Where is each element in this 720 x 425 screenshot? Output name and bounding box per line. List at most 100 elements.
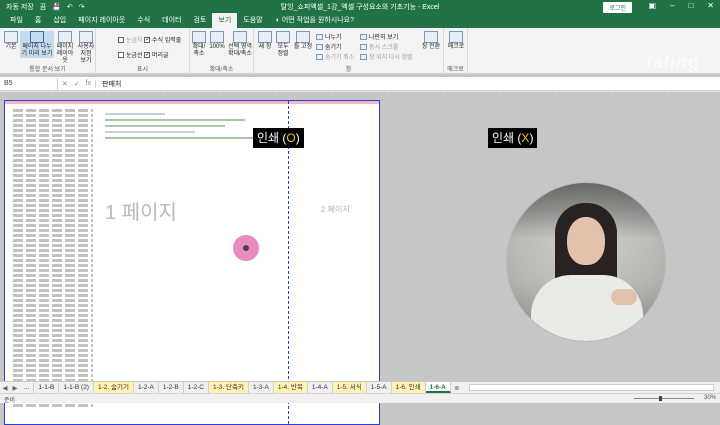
- tab-review[interactable]: 검토: [187, 13, 212, 28]
- sheet-tab[interactable]: 1-3-A: [249, 382, 274, 393]
- sheet-tab[interactable]: 1-3. 단축키: [209, 382, 249, 393]
- reset-window-position-icon: [360, 53, 367, 60]
- switch-windows-button[interactable]: 창 전환: [420, 31, 442, 51]
- tab-help[interactable]: 도움말: [237, 13, 268, 28]
- ribbon-tabs: 파일 홈 삽입 페이지 레이아웃 수식 데이터 검토 보기 도움말 ◑ 어떤 작…: [0, 13, 720, 28]
- zoom-level[interactable]: 30%: [704, 395, 716, 401]
- name-box[interactable]: B5: [0, 77, 58, 90]
- autosave-label[interactable]: 자동 저장: [6, 2, 34, 12]
- freeze-panes-button[interactable]: 틀 고정: [293, 31, 313, 51]
- print-area[interactable]: 1 페이지 2 페이지: [4, 100, 380, 425]
- sheet-tab-more[interactable]: ...: [20, 382, 35, 393]
- formula-bar-checkbox[interactable]: ✓ 수식 입력줄: [144, 35, 181, 44]
- switch-windows-label: 창 전환: [421, 44, 441, 50]
- zoom-to-selection-label: 선택 영역 확대/축소: [228, 44, 252, 57]
- side-by-side-button[interactable]: 나란히 보기: [360, 32, 398, 41]
- minimize-icon[interactable]: –: [670, 1, 674, 10]
- zoom-button[interactable]: 확대/축소: [191, 31, 207, 58]
- sheet-tab[interactable]: 1-6. 인쇄: [391, 382, 426, 393]
- scroll-tabs-left-icon[interactable]: ◀: [0, 384, 10, 392]
- reset-window-position-button[interactable]: 창 위치 다시 정렬: [360, 52, 413, 61]
- tab-data[interactable]: 데이터: [156, 13, 187, 28]
- new-window-button[interactable]: 새 창: [256, 31, 274, 51]
- sheet-tab[interactable]: 1-2. 숨기기: [93, 382, 134, 393]
- quick-access-toolbar: 자동 저장 끔 💾 ↶ ↷: [6, 2, 85, 12]
- normal-view-button[interactable]: 기본: [3, 31, 19, 51]
- tab-formulas[interactable]: 수식: [131, 13, 156, 28]
- save-icon[interactable]: 💾: [52, 3, 61, 11]
- autosave-state[interactable]: 끔: [40, 2, 46, 12]
- side-by-side-icon: [360, 33, 367, 40]
- new-window-label: 새 창: [258, 44, 272, 50]
- arrange-all-button[interactable]: 모두 정렬: [275, 31, 291, 58]
- formula-bar-buttons: ✕ ✓ fx: [58, 79, 96, 88]
- group-zoom: 확대/축소 100% 선택 영역 확대/축소 확대/축소: [190, 28, 254, 74]
- ruler-checkbox[interactable]: 눈금자: [118, 35, 143, 44]
- zoom-100-label: 100%: [209, 44, 225, 50]
- hide-icon: [316, 43, 323, 50]
- gridlines-label: 눈금선: [126, 53, 143, 59]
- page-layout-view-button[interactable]: 페이지 레이아웃: [55, 31, 75, 65]
- formula-input[interactable]: 판매처: [96, 79, 121, 89]
- unhide-button[interactable]: 숨기기 취소: [316, 52, 354, 61]
- sheet-tab[interactable]: 1-2-B: [159, 382, 184, 393]
- function-icon[interactable]: fx: [86, 80, 91, 88]
- zoom-slider[interactable]: [634, 398, 694, 399]
- sheet-tab[interactable]: 1-4. 반복: [273, 382, 308, 393]
- sheet-tab[interactable]: 1-1-B: [34, 382, 60, 393]
- sync-scroll-button[interactable]: 동시 스크롤: [360, 42, 398, 51]
- unhide-label: 숨기기 취소: [325, 55, 355, 61]
- login-button[interactable]: 로그인: [603, 2, 632, 13]
- horizontal-scrollbar[interactable]: [468, 384, 714, 391]
- tab-insert[interactable]: 삽입: [47, 13, 72, 28]
- split-icon: [316, 33, 323, 40]
- tell-me-label: 어떤 작업을 원하시나요?: [281, 17, 355, 24]
- gridlines-checkbox[interactable]: 눈금선: [118, 50, 143, 59]
- tab-file[interactable]: 파일: [4, 13, 29, 28]
- formula-bar-label: 수식 입력줄: [152, 38, 182, 44]
- switch-windows-icon: [424, 31, 438, 43]
- custom-views-label: 사용자 지정 보기: [77, 44, 95, 64]
- sheet-tab[interactable]: 1-5-A: [367, 382, 392, 393]
- ruler-checkbox-box: [118, 36, 124, 43]
- gridlines-checkbox-box: [118, 51, 124, 58]
- zoom-to-selection-button[interactable]: 선택 영역 확대/축소: [227, 31, 253, 58]
- redo-icon[interactable]: ↷: [79, 3, 85, 11]
- macros-button[interactable]: 매크로: [446, 31, 466, 51]
- custom-views-button[interactable]: 사용자 지정 보기: [77, 31, 95, 65]
- scroll-tabs-right-icon[interactable]: ▶: [10, 384, 20, 392]
- headings-checkbox[interactable]: ✓ 머리글: [144, 50, 169, 59]
- zoom-slider-knob[interactable]: [659, 396, 662, 401]
- add-sheet-icon[interactable]: ⊕: [451, 384, 463, 392]
- page-break-preview-button[interactable]: 페이지 나누기 미리 보기: [20, 31, 54, 58]
- group-label-macros: 매크로: [447, 67, 464, 73]
- ribbon-display-icon[interactable]: ▣: [648, 1, 656, 10]
- formula-bar: B5 ✕ ✓ fx 판매처: [0, 77, 720, 91]
- worksheet-area[interactable]: 1 페이지 2 페이지 인쇄 (O) 인쇄 (X): [0, 92, 720, 425]
- close-icon[interactable]: ✕: [707, 1, 714, 10]
- tell-me-box[interactable]: ◑ 어떤 작업을 원하시나요?: [269, 13, 360, 28]
- sheet-tab-active[interactable]: 1-6-A: [425, 382, 451, 393]
- formula-bar-checkbox-box: ✓: [144, 36, 151, 43]
- page-break-line[interactable]: [288, 101, 289, 424]
- caption-print-no-suffix: ): [529, 131, 534, 145]
- zoom-100-button[interactable]: 100%: [209, 31, 225, 51]
- reset-window-position-label: 창 위치 다시 정렬: [369, 55, 413, 61]
- sheet-tab[interactable]: 1-4-A: [308, 382, 333, 393]
- page-layout-view-label: 페이지 레이아웃: [56, 44, 74, 64]
- sheet-tab[interactable]: 1-2-C: [184, 382, 210, 393]
- enter-icon[interactable]: ✓: [74, 80, 80, 88]
- tab-page-layout[interactable]: 페이지 레이아웃: [72, 13, 131, 28]
- presenter-body: [531, 275, 643, 341]
- hide-button[interactable]: 숨기기: [316, 42, 342, 51]
- undo-icon[interactable]: ↶: [67, 3, 73, 11]
- tab-view[interactable]: 보기: [212, 13, 238, 28]
- sheet-tab[interactable]: 1-5. 서식: [332, 382, 367, 393]
- split-button[interactable]: 나누기: [316, 32, 342, 41]
- cancel-icon[interactable]: ✕: [62, 80, 68, 88]
- sheet-tab[interactable]: 1-1-B (2): [59, 382, 94, 393]
- group-window: 새 창 모두 정렬 틀 고정 나누기 숨기기 숨기기 취소 나란히 보기 동시: [254, 28, 444, 74]
- tab-home[interactable]: 홈: [29, 13, 47, 28]
- maximize-icon[interactable]: □: [688, 1, 693, 10]
- sheet-tab[interactable]: 1-2-A: [134, 382, 159, 393]
